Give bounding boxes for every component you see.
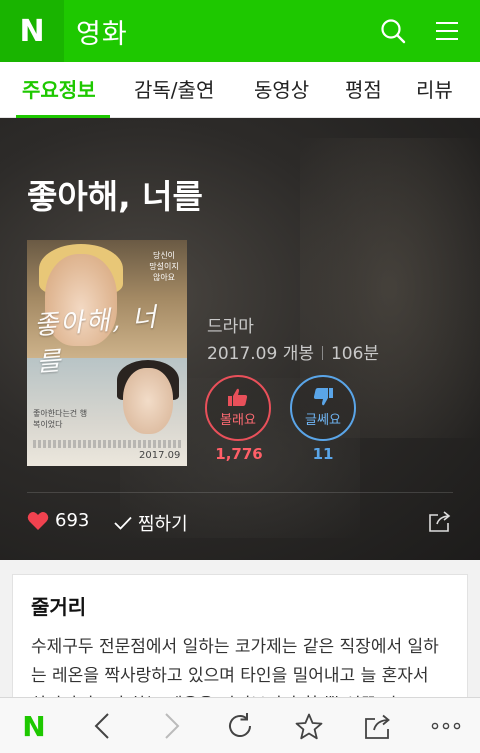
like-button[interactable]: 볼래요 <box>205 375 271 441</box>
forward-icon[interactable] <box>152 698 192 753</box>
browser-toolbar: N <box>0 697 480 753</box>
search-icon[interactable] <box>380 18 406 44</box>
thumbs-up-icon <box>228 388 248 406</box>
dislike-button[interactable]: 글쎄요 <box>290 375 356 441</box>
page-title: 영화 <box>76 18 128 50</box>
runtime: 106분 <box>330 344 380 364</box>
heart-button[interactable]: 693 <box>27 510 89 531</box>
share-icon[interactable] <box>428 510 452 536</box>
synopsis-card: 줄거리 수제구두 전문점에서 일하는 코가제는 같은 직장에서 일하는 레온을 … <box>12 574 468 714</box>
movie-hero: 좋아해, 너를 당신이 망설이지 않아요 좋아해, 너를 좋아한다는건 행복이었… <box>0 118 480 560</box>
movie-poster[interactable]: 당신이 망설이지 않아요 좋아해, 너를 좋아한다는건 행복이었다 2017.0… <box>27 240 187 466</box>
tab-reviews[interactable]: 리뷰 <box>416 62 453 118</box>
movie-release-info: 2017.09 개봉 106분 <box>207 339 379 364</box>
movie-title: 좋아해, 너를 <box>27 177 203 216</box>
poster-tagline-small: 좋아한다는건 행복이었다 <box>33 409 88 429</box>
naver-logo-text: N <box>19 13 45 49</box>
tab-ratings[interactable]: 평점 <box>345 62 382 118</box>
thumbs-down-icon <box>313 388 333 406</box>
synopsis-heading: 줄거리 <box>31 595 87 619</box>
naver-home-logo-text: N <box>22 709 46 743</box>
tab-director-cast[interactable]: 감독/출연 <box>134 62 214 118</box>
divider <box>27 492 453 493</box>
dislike-count: 11 <box>312 445 334 463</box>
share-icon[interactable] <box>358 698 398 753</box>
tab-videos[interactable]: 동영상 <box>254 62 309 118</box>
checkmark-icon <box>114 516 132 530</box>
tab-main-info[interactable]: 주요정보 <box>22 62 96 118</box>
refresh-icon[interactable] <box>220 698 260 753</box>
naver-home-icon[interactable]: N <box>12 698 56 753</box>
tab-bar: 주요정보 감독/출연 동영상 평점 리뷰 <box>0 62 480 118</box>
poster-credits <box>33 440 181 448</box>
zzim-label: 찜하기 <box>138 514 188 535</box>
poster-script-title: 좋아해, 너를 <box>33 302 160 379</box>
like-count: 1,776 <box>215 445 263 463</box>
like-label: 볼래요 <box>220 413 256 428</box>
heart-icon <box>27 511 49 530</box>
poster-tagline-vertical: 당신이 망설이지 않아요 <box>149 251 179 282</box>
back-icon[interactable] <box>82 698 122 753</box>
poster-date: 2017.09 <box>139 450 181 461</box>
more-icon[interactable] <box>426 698 466 753</box>
release-date: 2017.09 개봉 <box>207 344 314 364</box>
dislike-label: 글쎄요 <box>305 413 341 428</box>
heart-count: 693 <box>55 510 90 531</box>
poster-actor2-face <box>123 368 173 434</box>
movie-genre: 드라마 <box>207 317 254 337</box>
star-icon[interactable] <box>289 698 329 753</box>
naver-logo[interactable]: N <box>0 0 64 62</box>
zzim-button[interactable]: 찜하기 <box>114 510 188 536</box>
menu-icon[interactable] <box>436 20 458 42</box>
divider <box>321 346 323 360</box>
app-header: N 영화 <box>0 0 480 62</box>
